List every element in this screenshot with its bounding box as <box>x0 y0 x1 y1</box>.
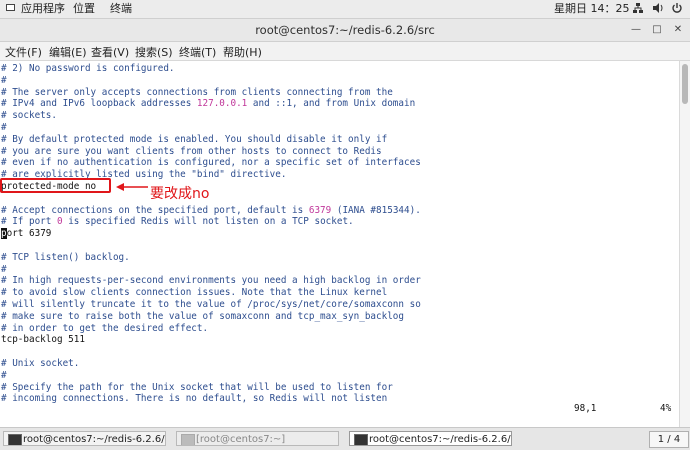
menu-view[interactable]: 查看(V) <box>91 44 129 60</box>
workspace-pager[interactable]: 1 / 4 <box>649 431 689 448</box>
terminal-scrollbar[interactable] <box>679 61 690 427</box>
places-menu[interactable]: 位置 <box>73 2 95 16</box>
window-title: root@centos7:~/redis-6.2.6/src <box>255 23 435 37</box>
terminal-line: port 6379 <box>1 228 51 240</box>
highlight-box <box>0 178 111 193</box>
terminal-text-area[interactable]: # 2) No password is configured. # # The se… <box>0 61 679 427</box>
terminal-line: # By default protected mode is enabled. … <box>1 134 387 146</box>
line-text: # sockets. <box>1 110 57 122</box>
terminal-line: # <box>1 75 7 87</box>
line-text: # <box>1 122 7 133</box>
terminal-icon <box>8 434 22 445</box>
scroll-percent: 4% <box>660 403 672 414</box>
annotation-text: 要改成no <box>150 186 210 202</box>
line-text: # TCP listen() backlog. <box>1 251 130 263</box>
terminal-line: # make sure to raise both the value of s… <box>1 311 404 323</box>
terminal-line: # The server only accepts connections fr… <box>1 87 393 99</box>
volume-icon[interactable] <box>652 2 664 16</box>
close-button[interactable]: ✕ <box>672 24 684 36</box>
menu-edit[interactable]: 编辑(E) <box>49 44 87 60</box>
terminal-line: # TCP listen() backlog. <box>1 252 130 264</box>
line-text: # will silently truncate it to the value… <box>1 299 421 310</box>
app-menu-icon[interactable] <box>5 2 17 16</box>
terminal-line: # sockets. <box>1 110 57 122</box>
scrollbar-thumb[interactable] <box>682 64 688 104</box>
line-number-literal: 6379 <box>308 204 332 216</box>
line-text: # <box>1 369 7 381</box>
terminal-line: # If port 0 is specified Redis will not … <box>1 216 354 228</box>
network-icon[interactable] <box>632 2 644 16</box>
task-label: root@centos7:~/redis-6.2.6/src <box>23 434 166 445</box>
line-text: # <box>1 263 7 275</box>
system-top-bar: 应用程序 位置 终端 星期日 14：25 <box>0 0 690 19</box>
terminal-menu-bar: 文件(F) 编辑(E) 查看(V) 搜索(S) 终端(T) 帮助(H) <box>0 42 690 61</box>
window-title-bar[interactable]: root@centos7:~/redis-6.2.6/src — □ ✕ <box>0 19 690 42</box>
terminal-line: # to avoid slow clients connection issue… <box>1 287 387 299</box>
line-text: # The server only accepts connections fr… <box>1 86 393 98</box>
maximize-button[interactable]: □ <box>651 24 663 36</box>
terminal-line: # Accept connections on the specified po… <box>1 205 421 217</box>
terminal-line: # <box>1 264 7 276</box>
line-text: # By default protected mode is enabled. … <box>1 133 388 145</box>
line-text: # Unix socket. <box>1 358 80 369</box>
task-terminal-root[interactable]: [root@centos7:~] <box>176 431 339 446</box>
terminal-line: # will silently truncate it to the value… <box>1 299 421 311</box>
terminal-icon <box>354 434 368 445</box>
terminal-line: # even if no authentication is configure… <box>1 157 421 169</box>
line-text: # Specify the path for the Unix socket t… <box>1 381 393 393</box>
terminal-line: # you are sure you want clients from oth… <box>1 146 382 158</box>
task-label: [root@centos7:~] <box>196 434 286 445</box>
line-text: # in order to get the desired effect. <box>1 322 209 334</box>
menu-search[interactable]: 搜索(S) <box>135 44 173 60</box>
terminal-line: # <box>1 370 7 382</box>
terminal-app-menu[interactable]: 终端 <box>110 2 132 16</box>
terminal-line: tcp-backlog 511 <box>1 334 85 346</box>
clock[interactable]: 星期日 14：25 <box>554 2 630 16</box>
line-text: # to avoid slow clients connection issue… <box>1 287 388 299</box>
annotation-arrow <box>116 183 148 191</box>
line-text: (IANA #815344). <box>331 204 421 216</box>
terminal-line: # 2) No password is configured. <box>1 63 175 75</box>
task-terminal-redis-1[interactable]: root@centos7:~/redis-6.2.6/src <box>3 431 166 446</box>
line-text: # In high requests-per-second environmen… <box>1 275 421 287</box>
terminal-line: # in order to get the desired effect. <box>1 323 208 335</box>
menu-file[interactable]: 文件(F) <box>5 44 42 60</box>
line-text: # you are sure you want clients from oth… <box>1 145 382 157</box>
line-text: # 2) No password is configured. <box>1 63 175 74</box>
line-text: is specified Redis will not listen on a … <box>62 216 354 228</box>
terminal-line: # incoming connections. There is no defa… <box>1 393 387 405</box>
line-number-literal: 127.0.0.1 <box>196 98 248 110</box>
menu-help[interactable]: 帮助(H) <box>223 44 262 60</box>
minimize-button[interactable]: — <box>630 24 642 36</box>
terminal-line: # Unix socket. <box>1 358 79 370</box>
line-text: # If port <box>1 216 57 228</box>
task-label: root@centos7:~/redis-6.2.6/src <box>369 434 512 445</box>
line-text: # make sure to raise both the value of s… <box>1 310 404 322</box>
terminal-icon <box>181 434 195 445</box>
line-text: ort 6379 <box>6 228 52 240</box>
terminal-line: # <box>1 122 7 134</box>
line-text: # Accept connections on the specified po… <box>1 204 309 216</box>
terminal-line: # Specify the path for the Unix socket t… <box>1 382 393 394</box>
line-text: tcp-backlog 511 <box>1 334 85 346</box>
task-terminal-redis-2[interactable]: root@centos7:~/redis-6.2.6/src <box>349 431 512 446</box>
line-text: # <box>1 74 7 86</box>
cursor-position: 98,1 <box>574 403 597 414</box>
line-text: # even if no authentication is configure… <box>1 157 421 169</box>
line-text: # incoming connections. There is no defa… <box>1 393 388 405</box>
menu-terminal[interactable]: 终端(T) <box>179 44 216 60</box>
terminal-line: # In high requests-per-second environmen… <box>1 275 421 287</box>
line-text: and ::1, and from Unix domain <box>247 98 416 110</box>
taskbar: root@centos7:~/redis-6.2.6/src [root@cen… <box>0 427 690 450</box>
power-icon[interactable] <box>671 2 683 16</box>
applications-menu[interactable]: 应用程序 <box>21 2 65 16</box>
terminal-line: # IPv4 and IPv6 loopback addresses 127.0… <box>1 98 415 110</box>
line-text: # IPv4 and IPv6 loopback addresses <box>1 98 197 110</box>
